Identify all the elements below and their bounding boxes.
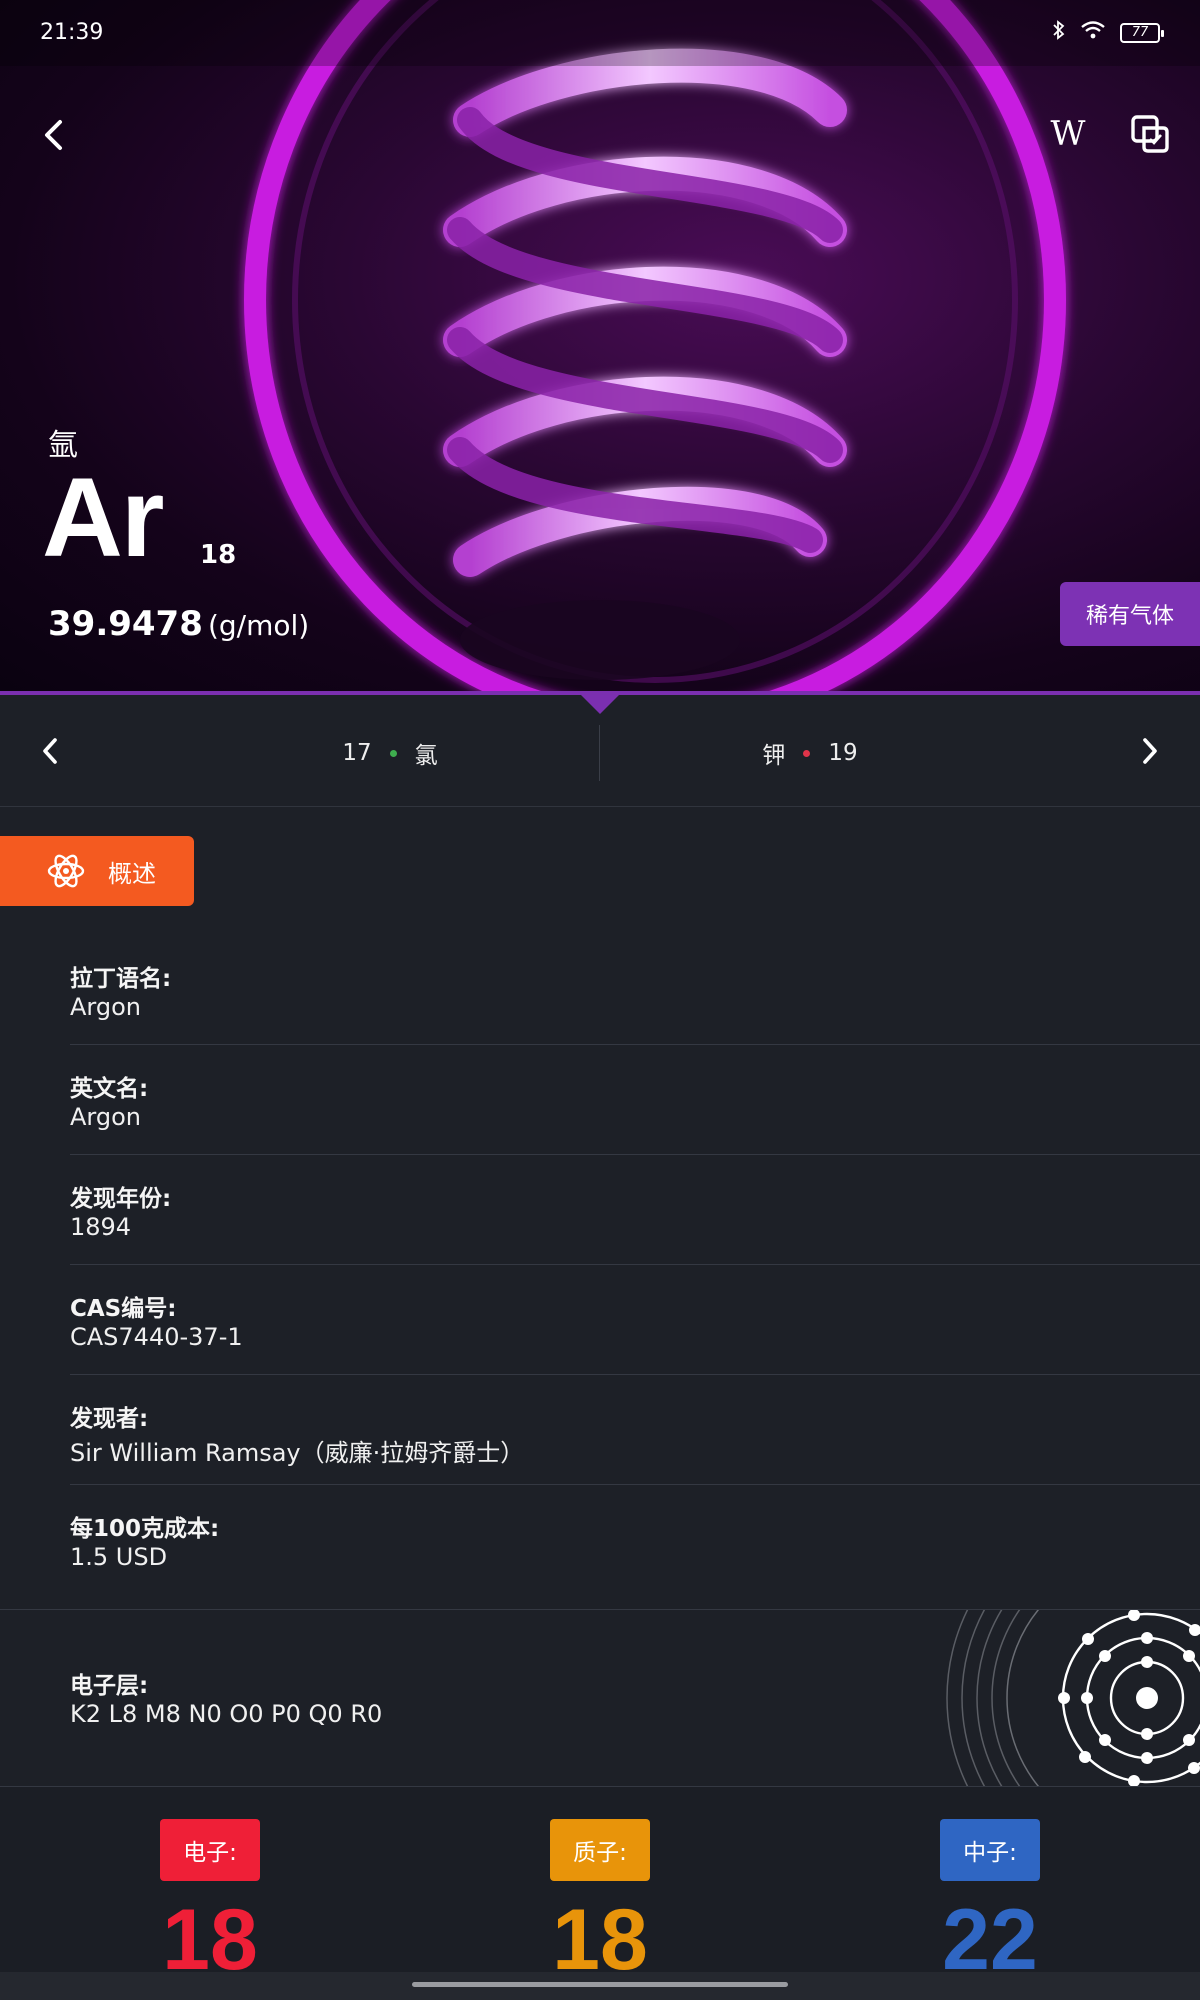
previous-element-number: 17 [342, 740, 372, 766]
info-label: 发现者: [70, 1406, 149, 1432]
neutron-badge: 中子: [940, 1819, 1040, 1881]
neutron-count: 中子: 22 [870, 1819, 1110, 1989]
home-indicator[interactable] [412, 1982, 788, 1987]
next-element-dot [803, 749, 811, 757]
previous-element-arrow[interactable] [30, 731, 70, 771]
atomic-mass-unit: (g/mol) [207, 609, 310, 642]
info-row-english-name: 英文名: Argon [70, 1045, 1200, 1155]
next-element-name: 钾 [762, 743, 786, 769]
tab-overview[interactable]: 概述 [0, 836, 194, 906]
previous-element-dot [389, 749, 397, 757]
proton-badge: 质子: [550, 1819, 650, 1881]
status-icons: 77 [1052, 20, 1164, 45]
info-row-cas-number: CAS编号: CAS7440-37-1 [70, 1265, 1200, 1375]
atomic-mass: 39.9478 (g/mol) [48, 604, 309, 644]
chevron-left-icon [45, 120, 62, 150]
proton-count: 质子: 18 [480, 1819, 720, 1989]
chevron-right-icon [1143, 738, 1157, 764]
nav-divider [599, 725, 600, 781]
info-value: Argon [70, 1103, 141, 1131]
neon-lamp-illustration [244, 0, 1066, 692]
atom-icon [47, 854, 85, 888]
electron-shell-row: 电子层: K2 L8 M8 N0 O0 P0 Q0 R0 [0, 1610, 1200, 1786]
info-row-discovery-year: 发现年份: 1894 [70, 1155, 1200, 1265]
next-element-number: 19 [828, 740, 858, 766]
electron-shell-value: K2 L8 M8 N0 O0 P0 Q0 R0 [70, 1700, 383, 1728]
previous-element-name: 氯 [414, 743, 438, 769]
status-bar: 21:39 77 [0, 0, 1200, 66]
info-value: Argon [70, 993, 141, 1021]
info-label: 发现年份: [70, 1186, 172, 1212]
info-label: CAS编号: [70, 1296, 177, 1322]
category-badge[interactable]: 稀有气体 [1060, 582, 1200, 646]
electron-badge: 电子: [160, 1819, 260, 1881]
element-symbol: Ar [42, 455, 164, 580]
chevron-left-icon [43, 738, 57, 764]
tab-overview-label: 概述 [108, 859, 156, 888]
next-element-arrow[interactable] [1130, 731, 1170, 771]
copy-icon [1131, 115, 1169, 153]
copy-button[interactable] [1126, 110, 1174, 158]
atomic-number: 18 [200, 540, 237, 570]
info-row-discoverer: 发现者: Sir William Ramsay（威廉·拉姆齐爵士） [70, 1375, 1200, 1485]
info-value: 1894 [70, 1213, 132, 1241]
info-row-latin-name: 拉丁语名: Argon [70, 935, 1200, 1045]
previous-element-button[interactable]: 17 氯 [200, 727, 580, 779]
bluetooth-icon [1052, 20, 1066, 45]
element-hero-image: 21:39 77 W 氩 Ar 18 39.9478 (g/mol) 稀有气体 [0, 0, 1200, 692]
electron-shell-label: 电子层: [70, 1673, 149, 1699]
particle-counts: 电子: 18 质子: 18 中子: 22 [0, 1786, 1200, 2000]
element-info-list: 拉丁语名: Argon 英文名: Argon 发现年份: 1894 CAS编号:… [0, 935, 1200, 1595]
battery-icon: 77 [1120, 22, 1164, 43]
info-value: Sir William Ramsay（威廉·拉姆齐爵士） [70, 1439, 525, 1467]
next-element-button[interactable]: 钾 19 [620, 727, 1000, 779]
electron-count: 电子: 18 [90, 1819, 330, 1989]
info-value: CAS7440-37-1 [70, 1323, 243, 1351]
info-label: 每100克成本: [70, 1516, 220, 1542]
info-value: 1.5 USD [70, 1543, 168, 1571]
wikipedia-button[interactable]: W [1044, 110, 1092, 158]
bohr-model-diagram [946, 1610, 1200, 1786]
info-label: 拉丁语名: [70, 966, 172, 992]
neighbor-navigation: 17 氯 钾 19 [0, 697, 1200, 807]
back-button[interactable] [30, 112, 76, 158]
status-time: 21:39 [40, 20, 104, 45]
info-row-cost: 每100克成本: 1.5 USD [70, 1485, 1200, 1595]
atomic-mass-value: 39.9478 [48, 604, 203, 644]
info-label: 英文名: [70, 1076, 149, 1102]
wifi-icon [1080, 20, 1106, 45]
